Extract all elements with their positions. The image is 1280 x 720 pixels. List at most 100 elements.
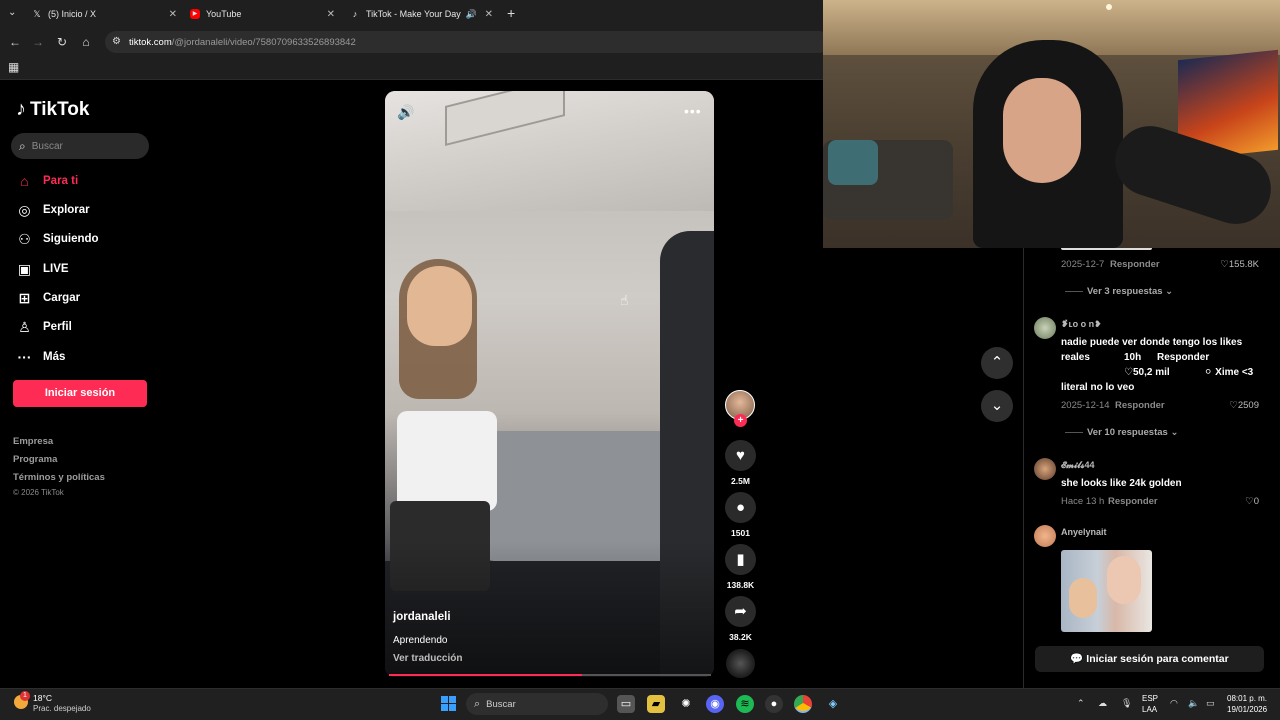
music-disc-icon[interactable] (726, 649, 755, 678)
previous-video-button[interactable]: ⌃ (981, 347, 1013, 379)
back-icon[interactable]: ← (7, 34, 23, 50)
site-info-icon[interactable]: ⚙ (112, 36, 121, 47)
network-status-icon[interactable]: ☁ (1098, 698, 1107, 709)
nav-upload[interactable]: ⊞ Cargar (16, 288, 80, 308)
comment-text: nadie puede ver donde tengo los likes (1061, 337, 1243, 348)
video-author[interactable]: jordanaleli (393, 611, 451, 623)
comment-date: 2025-12-14 (1061, 400, 1110, 411)
language-indicator[interactable]: ESP (1142, 694, 1158, 703)
like-count: 2.5M (731, 476, 750, 486)
comment-avatar[interactable] (1034, 317, 1056, 339)
comment-like-count[interactable]: ♡155.8K (1200, 259, 1259, 270)
forward-icon[interactable]: → (30, 34, 46, 50)
reload-icon[interactable]: ↻ (54, 34, 70, 50)
chevron-down-icon: ⌄ (1165, 286, 1174, 297)
reply-button[interactable]: Responder (1108, 496, 1158, 507)
nav-label: Más (43, 351, 66, 363)
comment-username[interactable]: ❥̽ʟᴏ o n❥ (1061, 319, 1102, 330)
live-icon: ▣ (17, 260, 32, 277)
discord-icon[interactable]: ◉ (706, 695, 724, 713)
comment-like-count[interactable]: ♡0 (1220, 496, 1259, 507)
follow-plus-icon[interactable]: + (734, 414, 747, 427)
nav-for-you[interactable]: ⌂ Para ti (16, 171, 78, 191)
nav-explore[interactable]: ◎ Explorar (16, 200, 89, 220)
save-button[interactable]: ▮ (725, 544, 756, 575)
app-diamond-icon[interactable]: ◈ (824, 695, 842, 713)
footer-link-terms[interactable]: Términos y políticas (13, 472, 105, 483)
webcam-light (1106, 4, 1112, 10)
clock-time[interactable]: 08:01 p. m. (1227, 694, 1267, 703)
chevron-down-icon: ⌄ (990, 397, 1004, 414)
nav-live[interactable]: ▣ LIVE (16, 259, 69, 279)
volume-tray-icon[interactable]: 🔈 (1188, 698, 1199, 709)
reply-button[interactable]: Responder (1110, 259, 1160, 270)
taskbar-search[interactable]: ⌕ Buscar (466, 693, 608, 715)
view-replies-label: Ver 10 respuestas (1087, 427, 1168, 438)
tab-list-icon[interactable]: ⌄ (8, 7, 16, 18)
comment-image[interactable] (1061, 550, 1152, 632)
speaker-icon[interactable]: 🔊 (466, 9, 477, 20)
tab-label: (5) Inicio / X (48, 9, 97, 19)
reply-button[interactable]: Responder (1115, 400, 1165, 411)
x-logo-icon: 𝕏 (33, 9, 41, 19)
apps-grid-icon[interactable]: ▦ (8, 60, 19, 74)
nav-more[interactable]: ··· Más (16, 347, 66, 367)
translate-link[interactable]: Ver traducción (393, 653, 462, 664)
chrome-icon[interactable] (794, 695, 812, 713)
comment-like-count[interactable]: ♡2509 (1205, 400, 1259, 411)
login-to-comment-button[interactable]: 💬 Iniciar sesión para comentar (1035, 646, 1264, 672)
like-button[interactable]: ♥ (725, 440, 756, 471)
tab-tiktok[interactable]: ♪ TikTok - Make Your Day 🔊 ✕ (350, 4, 493, 24)
view-replies-button[interactable]: Ver 3 respuestas ⌄ (1065, 286, 1173, 297)
tiktok-logo[interactable]: ♪ TikTok (16, 98, 89, 121)
tab-x[interactable]: 𝕏 (5) Inicio / X ✕ (32, 4, 177, 24)
microphone-icon[interactable]: 🎙 (1121, 698, 1132, 709)
chatgpt-icon[interactable]: ✺ (677, 695, 695, 713)
comment-count: 1501 (731, 528, 750, 538)
github-icon[interactable]: ● (765, 695, 783, 713)
spotify-icon[interactable]: ≋ (736, 695, 754, 713)
notes-app-icon[interactable]: ▰ (647, 695, 665, 713)
webcam-overlay (823, 0, 1280, 248)
video-player[interactable] (385, 91, 714, 677)
comment-button[interactable]: ● (725, 492, 756, 523)
footer-link-company[interactable]: Empresa (13, 436, 53, 447)
more-options-icon[interactable]: ••• (684, 103, 702, 119)
home-nav-icon[interactable]: ⌂ (78, 34, 94, 50)
view-replies-button[interactable]: Ver 10 respuestas ⌄ (1065, 427, 1178, 438)
comment-image-person (1069, 578, 1097, 618)
chevron-up-icon[interactable]: ⌃ (1077, 698, 1085, 709)
close-icon[interactable]: ✕ (169, 9, 177, 20)
share-icon: ➦ (734, 603, 747, 620)
comment-avatar[interactable] (1034, 525, 1056, 547)
windows-start-icon[interactable] (441, 696, 457, 712)
footer-link-program[interactable]: Programa (13, 454, 57, 465)
comment-username[interactable]: Anyelynait (1061, 527, 1107, 537)
volume-icon[interactable]: 🔊 (397, 104, 414, 121)
task-view-icon[interactable]: ▭ (617, 695, 635, 713)
comment-avatar[interactable] (1034, 458, 1056, 480)
wifi-icon[interactable]: ◠ (1170, 698, 1178, 709)
video-progress-bar[interactable] (389, 674, 711, 676)
keyboard-layout[interactable]: LAA (1142, 705, 1157, 714)
tab-youtube[interactable]: ▶ YouTube ✕ (190, 4, 335, 24)
url-bar[interactable]: ⚙ tiktok.com/@jordanaleli/video/75807096… (105, 31, 830, 53)
comment-username[interactable]: 𝓔𝓶𝓲𝓵𝓼44 (1061, 460, 1095, 471)
weather-description[interactable]: Prac. despejado (33, 704, 91, 713)
video-description: Aprendendo (393, 635, 448, 646)
nav-profile[interactable]: ♙ Perfil (16, 317, 72, 337)
weather-temperature[interactable]: 18°C (33, 693, 52, 703)
close-icon[interactable]: ✕ (485, 9, 493, 20)
save-count: 138.8K (726, 580, 755, 590)
new-tab-button[interactable]: + (507, 5, 515, 21)
profile-icon: ♙ (18, 318, 31, 335)
next-video-button[interactable]: ⌄ (981, 390, 1013, 422)
clock-date[interactable]: 19/01/2026 (1227, 705, 1267, 714)
comment-text: she looks like 24k golden (1061, 478, 1182, 489)
share-button[interactable]: ➦ (725, 596, 756, 627)
battery-icon[interactable]: ▭ (1206, 698, 1215, 709)
nav-following[interactable]: ⚇ Siguiendo (16, 229, 98, 249)
search-input[interactable]: ⌕ Buscar (11, 133, 149, 159)
close-icon[interactable]: ✕ (327, 9, 335, 20)
login-button[interactable]: Iniciar sesión (13, 380, 147, 407)
